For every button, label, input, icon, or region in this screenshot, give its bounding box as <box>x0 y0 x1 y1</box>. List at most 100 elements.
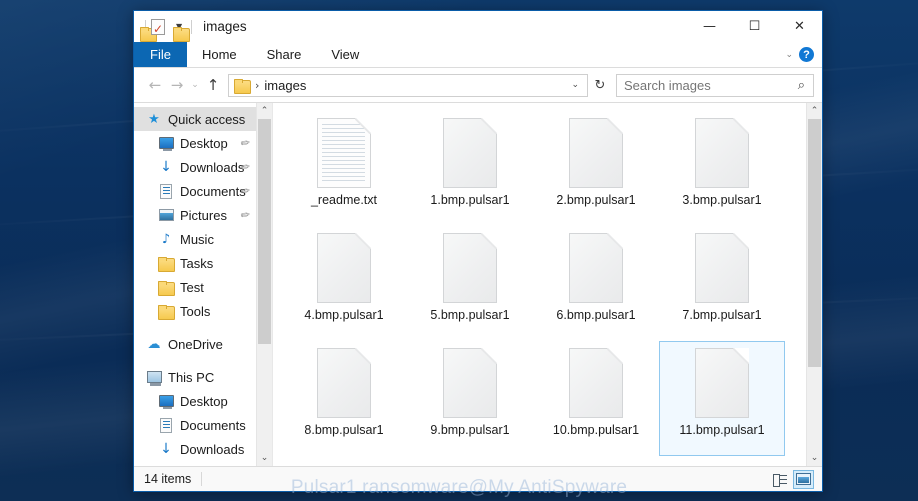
file-item[interactable]: 11.bmp.pulsar1 <box>659 341 785 456</box>
music-icon: ♪ <box>161 231 171 247</box>
search-icon[interactable]: ⌕ <box>798 78 813 93</box>
sidebar-item-this-pc[interactable]: This PC <box>134 365 256 389</box>
scrollbar-track[interactable] <box>257 119 272 450</box>
sidebar-item-desktop[interactable]: Desktop ✐ <box>134 131 256 155</box>
refresh-button[interactable]: ↻ <box>588 74 612 97</box>
pin-icon[interactable]: ✐ <box>237 136 252 152</box>
sidebar-item-label: Documents <box>180 183 246 199</box>
file-item[interactable]: 4.bmp.pulsar1 <box>281 226 407 341</box>
item-count-label: 14 items <box>144 472 192 486</box>
scroll-down-arrow-icon[interactable]: ⌄ <box>257 450 272 466</box>
sidebar-item-onedrive[interactable]: ☁ OneDrive <box>134 332 256 356</box>
properties-icon[interactable]: ✓ <box>151 18 165 35</box>
download-icon: ↓ <box>160 441 172 457</box>
tab-share[interactable]: Share <box>252 42 317 67</box>
navigation-group-gap <box>134 323 256 332</box>
sidebar-item-label: Music <box>180 231 214 247</box>
file-item[interactable]: 9.bmp.pulsar1 <box>407 341 533 456</box>
divider <box>191 19 193 34</box>
file-item[interactable]: 3.bmp.pulsar1 <box>659 111 785 226</box>
minimize-button[interactable]: — <box>687 11 732 42</box>
file-name-label: 6.bmp.pulsar1 <box>556 308 636 322</box>
breadcrumb-path[interactable]: images <box>264 78 563 93</box>
sidebar-item-documents[interactable]: Documents ✐ <box>134 179 256 203</box>
pin-icon[interactable]: ✐ <box>237 208 252 224</box>
scrollbar-thumb[interactable] <box>258 119 271 345</box>
pc-icon <box>144 371 164 386</box>
sidebar-item-tasks[interactable]: Tasks <box>134 251 256 275</box>
sidebar-item-test[interactable]: Test <box>134 275 256 299</box>
navigation-list: ★ Quick access Desktop ✐ ↓ Downloads ✐ Document… <box>134 103 256 466</box>
search-box[interactable]: ⌕ <box>616 73 814 97</box>
forward-button[interactable]: → <box>166 73 188 97</box>
sidebar-item-label: Documents <box>180 417 246 433</box>
view-toggle-buttons <box>769 469 818 489</box>
navigation-bar: ← → ⌄ ↑ › images ⌄ ↻ ⌕ <box>134 68 822 102</box>
file-list-scrollbar[interactable]: ⌃ ⌄ <box>806 103 822 466</box>
file-name-label: 5.bmp.pulsar1 <box>430 308 510 322</box>
large-icons-view-button[interactable] <box>793 469 814 489</box>
desktop-background: ✓ ▼ images — ☐ ✕ File Home Share View ⌄ … <box>0 0 918 501</box>
blank-file-icon <box>443 118 497 188</box>
sidebar-item-label: This PC <box>168 369 215 385</box>
sidebar-item-label: Downloads <box>180 159 245 175</box>
navigation-group-gap <box>134 356 256 365</box>
sidebar-item-downloads[interactable]: ↓ Downloads <box>134 437 256 461</box>
navigation-pane-scrollbar[interactable]: ⌃ ⌄ <box>256 103 272 466</box>
tab-view[interactable]: View <box>316 42 374 67</box>
recent-locations-icon[interactable]: ⌄ <box>188 73 202 97</box>
file-item[interactable]: _readme.txt <box>281 111 407 226</box>
navigation-pane: ★ Quick access Desktop ✐ ↓ Downloads ✐ Document… <box>134 103 272 466</box>
address-bar-input[interactable]: › images ⌄ <box>228 73 588 97</box>
back-button[interactable]: ← <box>144 73 166 97</box>
monitor-icon <box>156 137 176 151</box>
details-view-button[interactable] <box>769 470 790 489</box>
chevron-down-icon[interactable]: ⌄ <box>785 50 793 60</box>
monitor-icon <box>156 395 176 409</box>
sidebar-item-label: Tools <box>180 303 211 319</box>
file-name-label: 10.bmp.pulsar1 <box>552 423 640 437</box>
picture-icon <box>156 209 176 221</box>
blank-file-icon <box>443 233 497 303</box>
file-item[interactable]: 6.bmp.pulsar1 <box>533 226 659 341</box>
file-name-label: 7.bmp.pulsar1 <box>682 308 762 322</box>
file-item[interactable]: 2.bmp.pulsar1 <box>533 111 659 226</box>
file-item[interactable]: 5.bmp.pulsar1 <box>407 226 533 341</box>
blank-file-icon <box>317 348 371 418</box>
sidebar-item-desktop[interactable]: Desktop <box>134 389 256 413</box>
file-item[interactable]: 1.bmp.pulsar1 <box>407 111 533 226</box>
sidebar-item-music[interactable]: ♪ Music <box>134 227 256 251</box>
blank-file-icon <box>569 348 623 418</box>
search-input[interactable] <box>617 76 798 94</box>
scroll-up-arrow-icon[interactable]: ⌃ <box>257 103 272 119</box>
file-item[interactable]: 8.bmp.pulsar1 <box>281 341 407 456</box>
sidebar-item-label: Test <box>180 279 204 295</box>
up-button[interactable]: ↑ <box>202 73 224 97</box>
scrollbar-thumb[interactable] <box>808 119 821 368</box>
scrollbar-track[interactable] <box>807 119 822 450</box>
maximize-button[interactable]: ☐ <box>732 11 777 42</box>
folder-icon <box>156 280 176 296</box>
tab-file[interactable]: File <box>134 42 187 67</box>
large-icons-view-icon <box>796 473 811 485</box>
sidebar-item-downloads[interactable]: ↓ Downloads ✐ <box>134 155 256 179</box>
tab-home[interactable]: Home <box>187 42 252 67</box>
scroll-down-arrow-icon[interactable]: ⌄ <box>807 450 822 466</box>
window-controls: — ☐ ✕ <box>687 11 822 42</box>
window-title: images <box>203 19 247 34</box>
help-icon[interactable]: ? <box>799 47 814 62</box>
ribbon-tab-bar: File Home Share View ⌄ ? <box>134 42 822 68</box>
close-button[interactable]: ✕ <box>777 11 822 42</box>
sidebar-item-quick-access[interactable]: ★ Quick access <box>134 107 256 131</box>
sidebar-item-documents[interactable]: Documents <box>134 413 256 437</box>
download-icon: ↓ <box>160 159 172 175</box>
scroll-up-arrow-icon[interactable]: ⌃ <box>807 103 822 119</box>
chevron-down-icon[interactable]: ⌄ <box>563 80 587 90</box>
file-item[interactable]: 7.bmp.pulsar1 <box>659 226 785 341</box>
sidebar-item-pictures[interactable]: Pictures ✐ <box>134 203 256 227</box>
file-item[interactable]: 10.bmp.pulsar1 <box>533 341 659 456</box>
folder-icon <box>156 304 176 320</box>
explorer-body: ★ Quick access Desktop ✐ ↓ Downloads ✐ Document… <box>134 102 822 466</box>
sidebar-item-tools[interactable]: Tools <box>134 299 256 323</box>
file-name-label: 8.bmp.pulsar1 <box>304 423 384 437</box>
